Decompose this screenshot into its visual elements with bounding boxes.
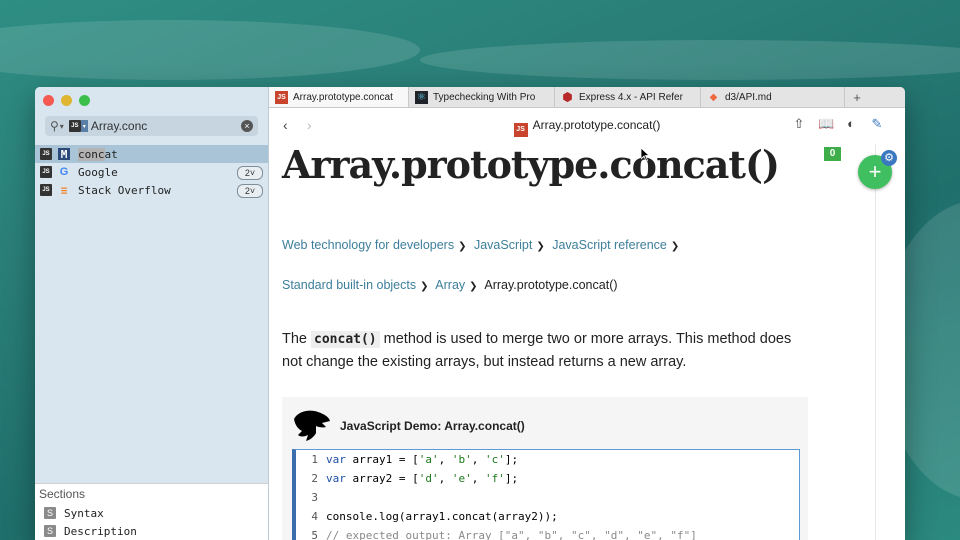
share-icon[interactable]: ⇧ [792, 117, 806, 131]
annotation-gutter [875, 144, 905, 540]
section-icon: S [44, 525, 56, 537]
code-text: var array2 = ['d', 'e', 'f']; [326, 472, 519, 485]
docset-js-icon: JS [40, 148, 52, 160]
demo-title: JavaScript Demo: Array.concat() [340, 419, 525, 433]
d3-icon: ◆ [709, 91, 718, 103]
code-text: var array1 = ['a', 'b', 'c']; [326, 453, 519, 466]
plus-icon: + [868, 159, 882, 184]
docset-js-icon: JS [40, 166, 52, 178]
result-item-concat[interactable]: JS M concat [35, 145, 268, 163]
tab-label: Array.prototype.concat [293, 91, 393, 103]
clear-search-icon[interactable]: × [241, 120, 253, 132]
search-input[interactable] [90, 119, 221, 133]
sections-panel: Sections S Syntax S Description [35, 483, 268, 540]
breadcrumb-separator-icon: ❯ [420, 281, 429, 292]
section-label: Syntax [64, 506, 104, 520]
page-title: Array.prototype.concat() [282, 144, 780, 187]
tab-array-concat[interactable]: JS Array.prototype.concat [269, 87, 409, 107]
interactive-demo: JavaScript Demo: Array.concat() 1 var ar… [282, 397, 808, 540]
stackoverflow-icon: ≡ [60, 183, 68, 197]
code-line: 5 // expected output: Array ["a", "b", "… [296, 526, 799, 540]
result-label: Stack Overflow [78, 183, 171, 197]
js-icon: JS [275, 90, 288, 104]
document-title: JS Array.prototype.concat() [269, 118, 905, 137]
result-item-google[interactable]: JS G Google 2˅ [35, 163, 268, 181]
section-icon: S [44, 507, 56, 519]
annotation-count-badge[interactable]: 0 [824, 147, 841, 161]
search-bar: ⚲ ▾ JS ▾ × [45, 116, 258, 136]
code-line: 2 var array2 = ['d', 'e', 'f']; [296, 469, 799, 488]
breadcrumb-separator-icon: ❯ [536, 241, 545, 252]
tab-label: Typechecking With Pro [433, 91, 536, 103]
code-line: 4 console.log(array1.concat(array2)); [296, 507, 799, 526]
line-number: 4 [311, 510, 318, 523]
tab-d3-api[interactable]: ◆ d3/API.md [701, 87, 845, 107]
sidebar: ⚲ ▾ JS ▾ × JS M concat JS G Google 2˅ JS… [35, 87, 269, 540]
section-label: Description [64, 524, 137, 538]
document-title-text: Array.prototype.concat() [532, 118, 661, 132]
results-list: JS M concat JS G Google 2˅ JS ≡ Stack Ov… [35, 145, 268, 199]
breadcrumb-separator-icon: ❯ [458, 241, 467, 252]
intro-text: The [282, 331, 312, 347]
code-editor[interactable]: 1 var array1 = ['a', 'b', 'c']; 2 var ar… [292, 449, 800, 540]
tab-typechecking[interactable]: ⚛ Typechecking With Pro [409, 87, 555, 107]
search-icon[interactable]: ⚲ [50, 119, 59, 133]
express-icon: ⬢ [562, 90, 573, 104]
breadcrumb-link[interactable]: Standard built-in objects [282, 278, 416, 292]
breadcrumb-link[interactable]: JavaScript reference [552, 238, 667, 252]
zoom-window-button[interactable] [79, 95, 90, 106]
breadcrumb-link[interactable]: JavaScript [474, 238, 532, 252]
docset-js-icon[interactable]: JS [68, 120, 81, 132]
react-icon: ⚛ [415, 90, 428, 104]
line-number: 3 [311, 491, 318, 504]
section-item-syntax[interactable]: S Syntax [35, 504, 268, 522]
close-window-button[interactable] [43, 95, 54, 106]
breadcrumb-link[interactable]: Array [435, 278, 465, 292]
tab-label: d3/API.md [725, 91, 772, 103]
minimize-window-button[interactable] [61, 95, 72, 106]
result-count-badge[interactable]: 2˅ [237, 166, 263, 180]
section-item-description[interactable]: S Description [35, 522, 268, 540]
bookmarks-icon[interactable]: 📖 [818, 117, 834, 131]
code-comment: // expected output: Array ["a", "b", "c"… [326, 529, 697, 540]
gear-icon[interactable]: ⚙ [881, 150, 897, 166]
window-controls [43, 95, 90, 106]
line-number: 1 [311, 453, 318, 466]
breadcrumb: Standard built-in objects ❯ Array ❯ Array.… [282, 278, 618, 292]
google-icon: G [59, 166, 69, 178]
code-line: 1 var array1 = ['a', 'b', 'c']; [296, 450, 799, 469]
breadcrumb: Web technology for developers ❯ JavaScrip… [282, 238, 683, 252]
doc-content: Array.prototype.concat() Web technology … [269, 144, 875, 540]
contrast-icon[interactable]: ◐ [844, 117, 858, 131]
result-count-badge[interactable]: 2˅ [237, 184, 263, 198]
mdn-icon: M [58, 148, 70, 161]
dinosaur-logo-icon [294, 410, 330, 441]
code-text: console.log(array1.concat(array2)); [326, 510, 558, 523]
breadcrumb-link[interactable]: Web technology for developers [282, 238, 454, 252]
result-item-stackoverflow[interactable]: JS ≡ Stack Overflow 2˅ [35, 181, 268, 199]
tab-bar: JS Array.prototype.concat ⚛ Typechecking… [269, 87, 905, 108]
chevron-down-icon[interactable]: ▾ [60, 122, 64, 131]
breadcrumb-separator-icon: ❯ [670, 241, 680, 252]
breadcrumb-separator-icon: ❯ [469, 281, 478, 292]
result-label: concat [78, 147, 118, 161]
tab-express[interactable]: ⬢ Express 4.x - API Refer [555, 87, 701, 107]
line-number: 2 [311, 472, 318, 485]
mouse-cursor-icon [641, 148, 649, 162]
annotate-icon[interactable]: ✎ [870, 117, 884, 131]
intro-paragraph: The concat() method is used to merge two… [282, 328, 802, 373]
sections-title: Sections [39, 487, 86, 501]
tab-label: Express 4.x - API Refer [579, 91, 683, 103]
docset-js-icon: JS [40, 184, 52, 196]
toolbar: ‹ › JS Array.prototype.concat() ⇧ 📖 ◐ ✎ [269, 108, 905, 144]
code-line: 3 [296, 488, 799, 507]
breadcrumb-current: Array.prototype.concat() [484, 278, 618, 292]
js-icon: JS [513, 122, 528, 137]
result-label: Google [78, 165, 118, 179]
app-window: ⚲ ▾ JS ▾ × JS M concat JS G Google 2˅ JS… [35, 87, 905, 540]
inline-code: concat() [311, 331, 380, 348]
docset-chevron-icon[interactable]: ▾ [80, 120, 88, 132]
line-number: 5 [311, 529, 318, 540]
new-tab-button[interactable]: + [845, 87, 869, 107]
